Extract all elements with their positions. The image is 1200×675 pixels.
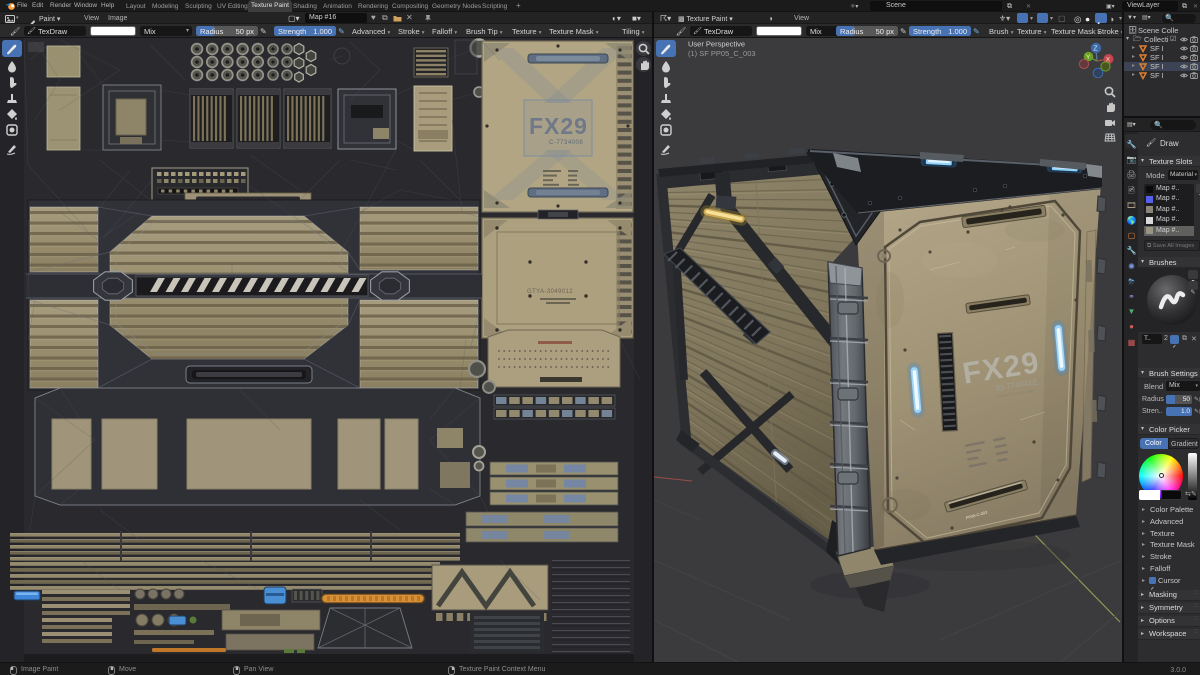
svg-text:Z: Z (1093, 46, 1098, 53)
svg-text:FX29: FX29 (529, 113, 588, 139)
svg-text:(1) SF PP05_C_003: (1) SF PP05_C_003 (688, 49, 756, 58)
svg-text:C-7734008: C-7734008 (549, 140, 583, 146)
svg-text:User Perspective: User Perspective (688, 40, 745, 49)
svg-text:GTYA-3049012: GTYA-3049012 (527, 289, 573, 295)
